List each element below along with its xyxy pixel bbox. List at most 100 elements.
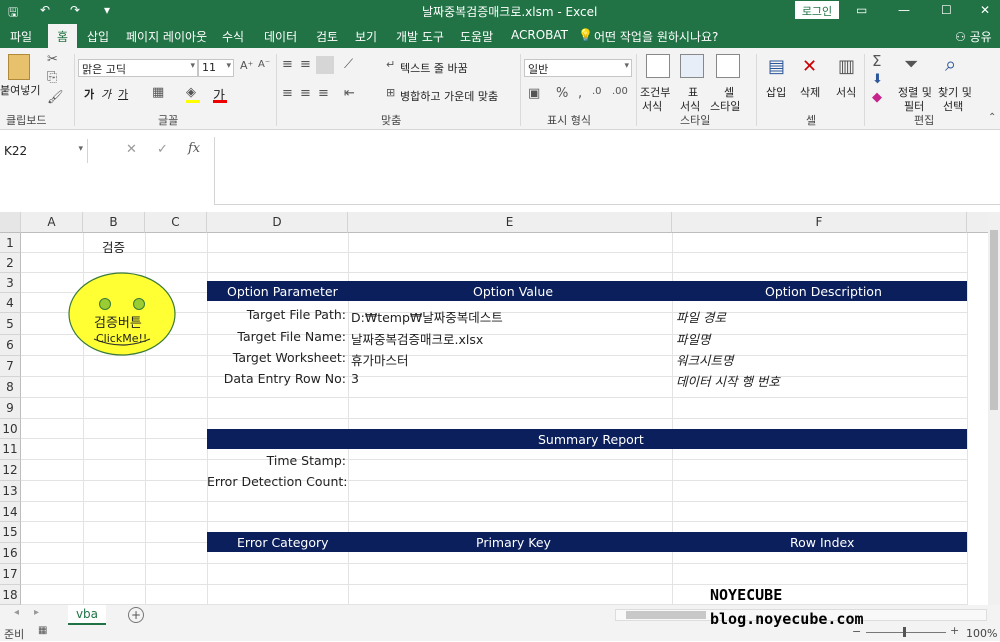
align-left-icon[interactable]: ≡	[282, 86, 293, 101]
option-value-cell[interactable]: 휴가마스터	[351, 350, 409, 369]
column-header-c[interactable]: C	[145, 212, 207, 233]
horizontal-scroll-thumb[interactable]	[626, 611, 706, 619]
column-header-a[interactable]: A	[21, 212, 83, 233]
column-header-f[interactable]: F	[672, 212, 967, 233]
row-header[interactable]: 12	[0, 460, 21, 481]
increase-decimal-icon[interactable]: .0	[592, 86, 602, 97]
option-desc-cell[interactable]: 데이터 시작 행 번호	[676, 371, 780, 390]
row-header[interactable]: 7	[0, 356, 21, 377]
autosum-icon[interactable]: Σ	[872, 52, 881, 70]
zoom-out-icon[interactable]: −	[852, 625, 861, 638]
bold-button[interactable]: 가	[84, 86, 94, 102]
align-right-icon[interactable]: ≡	[318, 86, 329, 101]
fill-color-icon[interactable]: ◈	[186, 85, 196, 100]
add-sheet-icon[interactable]: +	[128, 607, 144, 623]
column-header-d[interactable]: D	[207, 212, 348, 233]
vertical-scrollbar[interactable]	[988, 212, 1000, 605]
paste-icon[interactable]	[8, 54, 30, 80]
customize-icon[interactable]: ▾	[104, 3, 110, 17]
option-param-cell[interactable]: Target File Path:	[207, 307, 346, 322]
accounting-icon[interactable]: ▣	[528, 86, 540, 101]
tell-me-input[interactable]: 어떤 작업을 원하시나요?	[594, 28, 718, 45]
macro-record-icon[interactable]: ▦	[38, 625, 47, 636]
insert-cells-button[interactable]: 삽입	[766, 84, 786, 100]
fill-icon[interactable]: ⬇	[872, 72, 883, 87]
grow-font-icon[interactable]: A⁺	[240, 59, 253, 72]
option-desc-cell[interactable]: 파일 경로	[676, 307, 726, 326]
row-header[interactable]: 15	[0, 522, 21, 543]
row-header[interactable]: 16	[0, 543, 21, 564]
align-center-icon[interactable]: ≡	[300, 86, 311, 101]
format-cells-button[interactable]: 서식	[836, 84, 856, 100]
row-header[interactable]: 4	[0, 293, 21, 313]
indent-icon[interactable]: ⇤	[344, 86, 355, 101]
name-box[interactable]: K22 ▾	[0, 139, 88, 163]
row-header[interactable]: 2	[0, 253, 21, 273]
row-header[interactable]: 3	[0, 273, 21, 293]
row-header[interactable]: 9	[0, 398, 21, 419]
merge-center-button[interactable]: 병합하고 가운데 맞춤	[400, 88, 498, 104]
tab-acrobat[interactable]: ACROBAT	[511, 28, 568, 42]
option-value-cell[interactable]: D:₩temp₩날짜중복데스트	[351, 307, 503, 326]
format-painter-icon[interactable]: 🖌	[47, 90, 64, 105]
row-header[interactable]: 10	[0, 419, 21, 439]
tab-insert[interactable]: 삽입	[87, 28, 109, 45]
copy-icon[interactable]: ⎘	[47, 70, 57, 85]
tab-page-layout[interactable]: 페이지 레이아웃	[126, 28, 207, 45]
number-format-select[interactable]: 일반 ▾	[524, 59, 632, 77]
font-name-select[interactable]: 맑은 고딕 ▾	[78, 59, 198, 77]
clear-icon[interactable]: ◆	[872, 90, 882, 105]
formula-input[interactable]	[214, 137, 1000, 205]
zoom-slider-thumb[interactable]	[903, 627, 906, 637]
border-icon[interactable]: ▦	[152, 85, 164, 100]
align-top-icon[interactable]: ≡	[282, 57, 293, 72]
zoom-in-icon[interactable]: +	[950, 624, 959, 637]
align-bottom-icon[interactable]	[316, 56, 334, 74]
undo-icon[interactable]: ↶	[40, 3, 50, 17]
row-header[interactable]: 17	[0, 564, 21, 585]
timestamp-label[interactable]: Time Stamp:	[207, 453, 346, 468]
shrink-font-icon[interactable]: A⁻	[258, 59, 270, 70]
insert-function-icon[interactable]: fx	[188, 141, 200, 156]
orientation-icon[interactable]: ⟋	[344, 57, 353, 72]
row-header[interactable]: 11	[0, 439, 21, 460]
cancel-entry-icon[interactable]: ✕	[126, 142, 137, 157]
minimize-icon[interactable]: —	[898, 3, 910, 17]
ribbon-options-icon[interactable]: ▭	[856, 3, 867, 17]
error-count-label[interactable]: Error Detection Count:	[207, 474, 347, 489]
save-icon[interactable]: 🖫	[8, 3, 18, 24]
tab-developer[interactable]: 개발 도구	[396, 28, 444, 45]
maximize-icon[interactable]: ☐	[941, 3, 952, 17]
paste-button[interactable]: 붙여넣기	[0, 82, 40, 98]
tab-data[interactable]: 데이터	[264, 28, 297, 45]
tab-view[interactable]: 보기	[355, 28, 377, 45]
option-value-cell[interactable]: 3	[351, 371, 359, 386]
percent-icon[interactable]: %	[556, 86, 568, 101]
row-header[interactable]: 14	[0, 502, 21, 522]
italic-button[interactable]: 가	[101, 86, 111, 102]
close-icon[interactable]: ✕	[980, 3, 990, 17]
row-header[interactable]: 18	[0, 585, 21, 605]
delete-cells-button[interactable]: 삭제	[800, 84, 820, 100]
comma-icon[interactable]: ,	[578, 86, 582, 101]
wrap-text-button[interactable]: 텍스트 줄 바꿈	[400, 60, 468, 76]
scroll-left-icon[interactable]: ◂	[14, 607, 19, 618]
sheet-tab-vba[interactable]: vba	[68, 605, 106, 625]
column-header-b[interactable]: B	[83, 212, 145, 233]
row-header[interactable]: 8	[0, 377, 21, 398]
row-header[interactable]: 13	[0, 481, 21, 502]
align-middle-icon[interactable]: ≡	[300, 57, 311, 72]
option-param-cell[interactable]: Data Entry Row No:	[207, 371, 346, 386]
vertical-scroll-thumb[interactable]	[990, 230, 998, 410]
select-all-corner[interactable]	[0, 212, 21, 233]
option-param-cell[interactable]: Target Worksheet:	[207, 350, 346, 365]
tab-home[interactable]: 홈	[48, 24, 78, 48]
tab-help[interactable]: 도움말	[460, 28, 493, 45]
row-header[interactable]: 6	[0, 335, 21, 356]
collapse-ribbon-icon[interactable]: ⌃	[988, 112, 996, 123]
option-desc-cell[interactable]: 워크시트명	[676, 350, 734, 369]
underline-button[interactable]: 가	[118, 86, 128, 102]
validate-button-label[interactable]: 검증버튼	[94, 312, 142, 331]
tab-file[interactable]: 파일	[10, 28, 32, 45]
option-value-cell[interactable]: 날짜중복검증매크로.xlsx	[351, 329, 483, 348]
